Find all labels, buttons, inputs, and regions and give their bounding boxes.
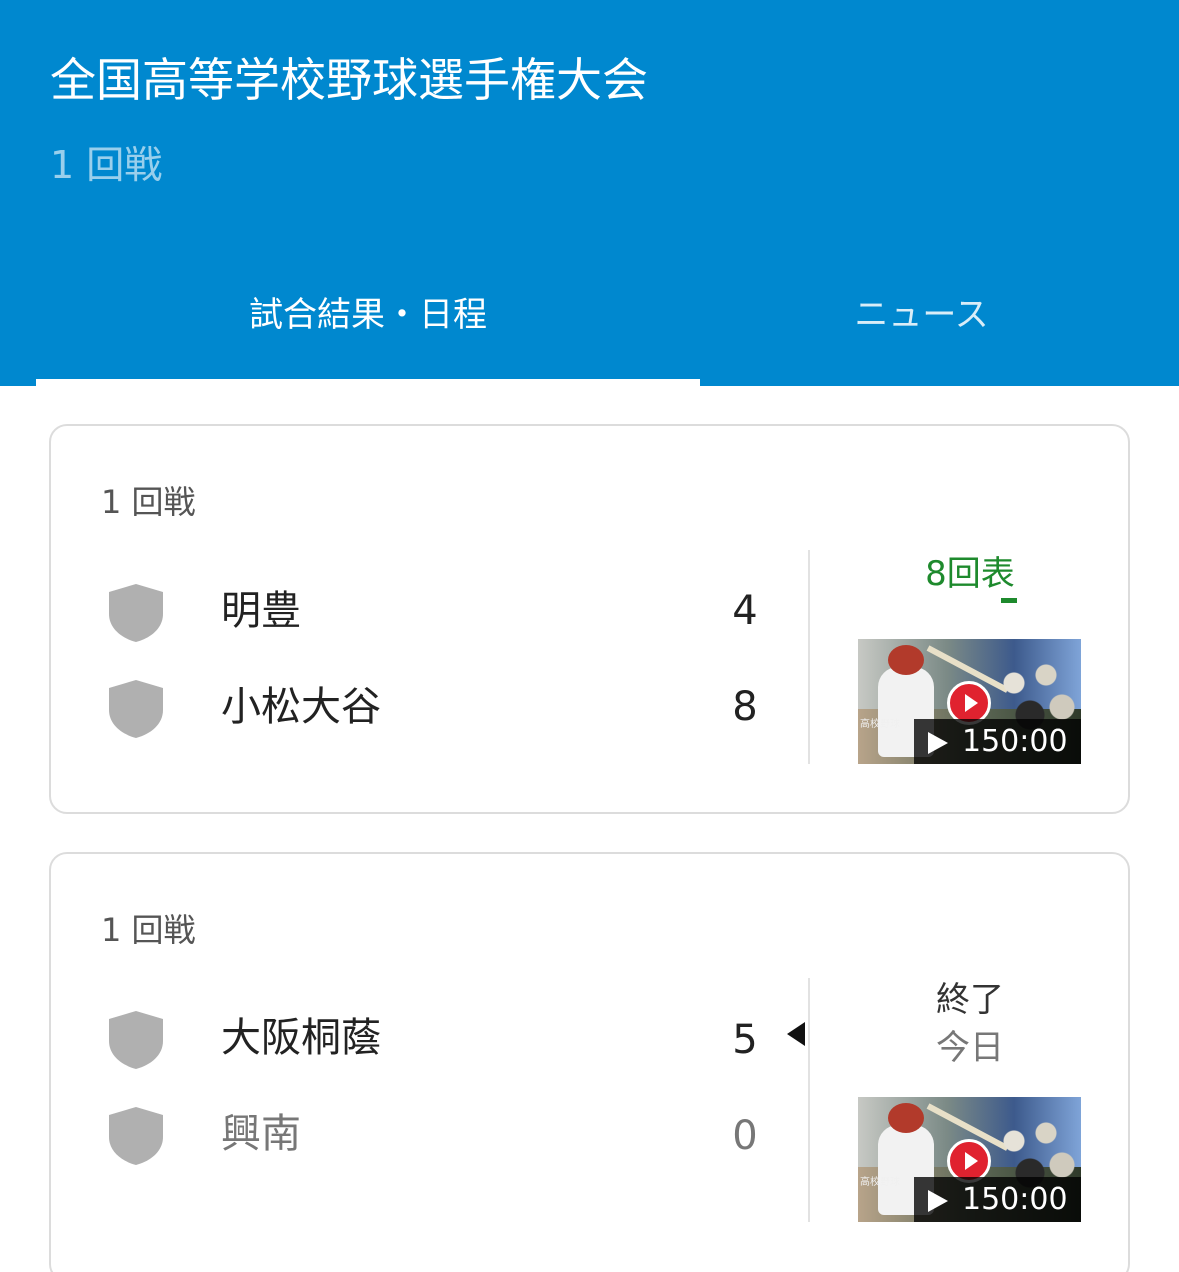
team-name: 明豊 bbox=[221, 588, 301, 634]
team-score: 5 bbox=[732, 1017, 758, 1063]
winner-indicator-icon bbox=[787, 1022, 805, 1046]
card-divider bbox=[808, 550, 810, 764]
tab-results-schedule[interactable]: 試合結果・日程 bbox=[36, 285, 700, 345]
shield-icon bbox=[109, 680, 163, 738]
video-duration-text: 150:00 bbox=[962, 1182, 1068, 1217]
game-round-label: 1 回戦 bbox=[101, 911, 196, 949]
team-name: 小松大谷 bbox=[221, 684, 381, 730]
video-thumbnail[interactable]: 高校野球 150:00 bbox=[858, 639, 1081, 764]
team-name: 大阪桐蔭 bbox=[221, 1015, 381, 1061]
game-date: 今日 bbox=[936, 1028, 1004, 1068]
live-indicator bbox=[1001, 598, 1017, 603]
card-divider bbox=[808, 978, 810, 1222]
page-subtitle: 1 回戦 bbox=[50, 143, 163, 187]
game-status: 8回表 bbox=[925, 554, 1015, 594]
game-round-label: 1 回戦 bbox=[101, 483, 196, 521]
play-triangle-icon bbox=[928, 732, 948, 754]
team-name: 興南 bbox=[221, 1111, 301, 1157]
video-duration: 150:00 bbox=[914, 1177, 1081, 1222]
shield-icon bbox=[109, 584, 163, 642]
tab-news[interactable]: ニュース bbox=[700, 285, 1143, 345]
app-header: 全国高等学校野球選手権大会 1 回戦 試合結果・日程 ニュース bbox=[0, 0, 1179, 386]
video-thumbnail[interactable]: 高校野球 150:00 bbox=[858, 1097, 1081, 1222]
game-card[interactable]: 1 回戦 大阪桐蔭 5 興南 0 終了 今日 高校野球 150:00 bbox=[49, 852, 1130, 1272]
video-watermark: 高校野球 bbox=[860, 1177, 900, 1188]
play-triangle-icon bbox=[928, 1190, 948, 1212]
video-duration-text: 150:00 bbox=[962, 724, 1068, 759]
video-watermark: 高校野球 bbox=[860, 719, 900, 730]
game-status: 終了 bbox=[936, 980, 1004, 1020]
page-title: 全国高等学校野球選手権大会 bbox=[50, 53, 648, 107]
team-score: 4 bbox=[732, 588, 758, 634]
active-tab-indicator bbox=[36, 379, 700, 386]
video-duration: 150:00 bbox=[914, 719, 1081, 764]
game-card[interactable]: 1 回戦 明豊 4 小松大谷 8 8回表 高校野球 150:00 bbox=[49, 424, 1130, 814]
shield-icon bbox=[109, 1011, 163, 1069]
team-score: 8 bbox=[732, 684, 758, 730]
shield-icon bbox=[109, 1107, 163, 1165]
team-score: 0 bbox=[732, 1113, 758, 1159]
